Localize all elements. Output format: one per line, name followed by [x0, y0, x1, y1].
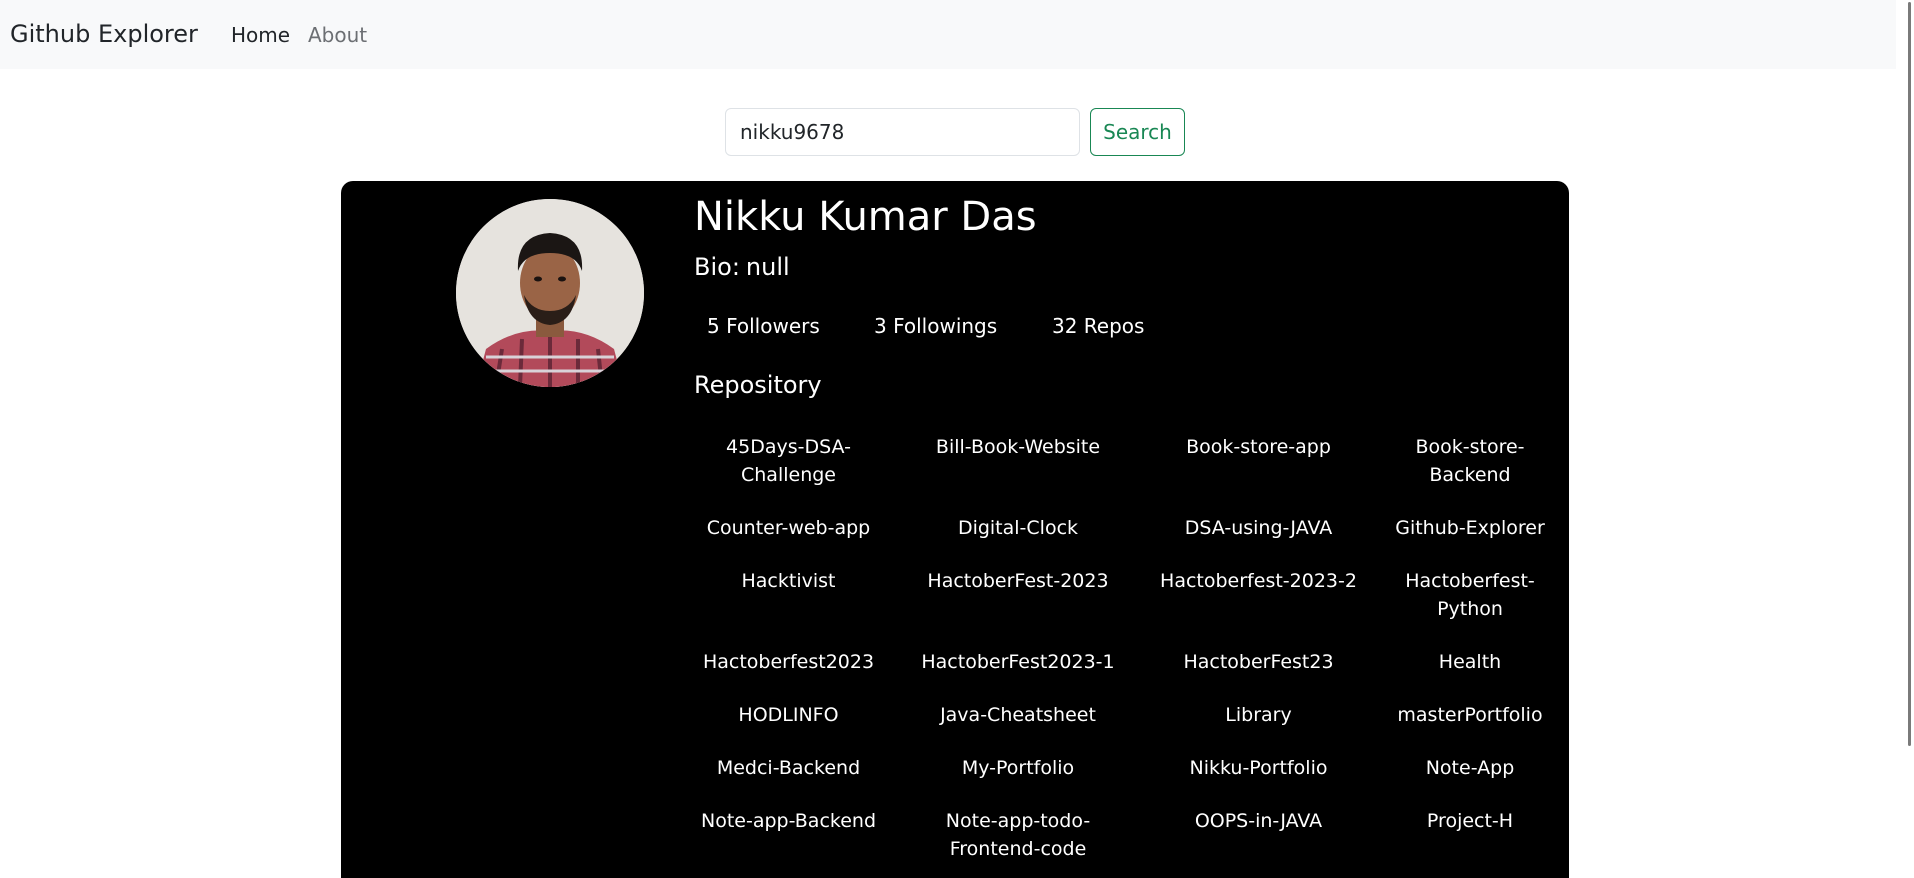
repo-link[interactable]: Medci-Backend: [694, 754, 883, 782]
repo-link[interactable]: Library: [1149, 701, 1368, 729]
profile-bio: Bio: null: [694, 251, 790, 283]
repo-link[interactable]: Health: [1382, 648, 1558, 676]
page-scrollbar[interactable]: [1896, 0, 1914, 878]
avatar: [456, 199, 644, 387]
repo-link[interactable]: Counter-web-app: [694, 514, 883, 542]
bio-value: null: [745, 253, 790, 281]
repo-link[interactable]: Bill-Book-Website: [910, 433, 1126, 461]
search-button[interactable]: Search: [1090, 108, 1185, 156]
avatar-photo: [456, 199, 644, 387]
repo-link[interactable]: HactoberFest2023-1: [910, 648, 1126, 676]
repo-link[interactable]: DSA-using-JAVA: [1149, 514, 1368, 542]
repository-heading: Repository: [694, 371, 822, 399]
repo-link[interactable]: My-Portfolio: [910, 754, 1126, 782]
repo-link[interactable]: Digital-Clock: [910, 514, 1126, 542]
search-input[interactable]: [725, 108, 1080, 156]
followers-count: 5 Followers: [707, 314, 820, 338]
repo-link[interactable]: Hactoberfest2023: [694, 648, 883, 676]
profile-name: Nikku Kumar Das: [694, 194, 1037, 240]
repos-count: 32 Repos: [1052, 314, 1145, 338]
profile-card: Nikku Kumar Das Bio: null 5 Followers 3 F…: [341, 181, 1569, 878]
repo-link[interactable]: HactoberFest23: [1149, 648, 1368, 676]
scrollbar-thumb[interactable]: [1908, 2, 1911, 746]
bio-label: Bio:: [694, 253, 740, 281]
navbar: Github Explorer Home About: [0, 0, 1896, 69]
repo-link[interactable]: Note-app-todo-Frontend-code: [910, 807, 1126, 863]
repo-link[interactable]: Note-app-Backend: [694, 807, 883, 835]
following-count: 3 Followings: [874, 314, 998, 338]
repo-link[interactable]: HactoberFest-2023: [910, 567, 1126, 595]
repo-link[interactable]: Hactoberfest-2023-2: [1149, 567, 1368, 595]
brand-title[interactable]: Github Explorer: [10, 18, 198, 50]
repo-link[interactable]: Java-Cheatsheet: [910, 701, 1126, 729]
nav-link-home[interactable]: Home: [231, 22, 290, 48]
repo-link[interactable]: Hactoberfest-Python: [1382, 567, 1558, 623]
repo-link[interactable]: Nikku-Portfolio: [1149, 754, 1368, 782]
repo-link[interactable]: Book-store-Backend: [1382, 433, 1558, 489]
repo-link[interactable]: Github-Explorer: [1382, 514, 1558, 542]
repo-link[interactable]: Project-H: [1382, 807, 1558, 835]
repo-link[interactable]: masterPortfolio: [1382, 701, 1558, 729]
nav-link-about[interactable]: About: [308, 22, 367, 48]
repo-link[interactable]: Note-App: [1382, 754, 1558, 782]
repo-link[interactable]: 45Days-DSA-Challenge: [694, 433, 883, 489]
repo-link[interactable]: OOPS-in-JAVA: [1149, 807, 1368, 835]
repo-link[interactable]: Hacktivist: [694, 567, 883, 595]
repo-link[interactable]: Book-store-app: [1149, 433, 1368, 461]
page: Github Explorer Home About Search: [0, 0, 1914, 878]
repo-link[interactable]: HODLINFO: [694, 701, 883, 729]
